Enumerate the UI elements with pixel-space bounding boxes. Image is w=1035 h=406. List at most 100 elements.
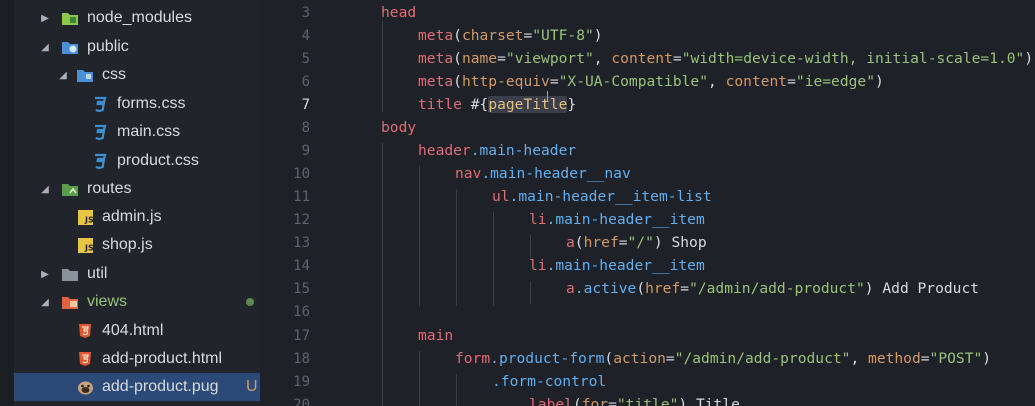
code-line[interactable]: header.main-header <box>418 142 576 159</box>
line-number: 20 <box>293 397 310 406</box>
tree-item-label: main.css <box>117 123 181 140</box>
css-folder-icon <box>75 67 95 83</box>
css-file-icon <box>90 153 110 169</box>
indent-guide <box>530 281 531 304</box>
chevron-down-icon[interactable]: ◢ <box>40 184 50 195</box>
tree-item-label: add-product.html <box>102 350 223 367</box>
code-line[interactable]: meta(http-equiv="X-UA-Compatible", conte… <box>418 73 884 90</box>
routes-folder-icon <box>60 181 80 197</box>
tree-item-main-css[interactable]: main.css <box>14 118 260 146</box>
tree-item-label: util <box>87 265 108 282</box>
git-modified-dot <box>246 298 254 306</box>
code-line[interactable]: meta(name="viewport", content="width=dev… <box>418 50 1033 67</box>
tree-item-label: 404.html <box>102 322 164 339</box>
tree-item-404-html[interactable]: 404.html <box>14 317 260 345</box>
tree-item-label: public <box>87 38 129 55</box>
indent-guide <box>493 212 494 306</box>
tree-item-routes[interactable]: ◢ routes <box>14 175 260 203</box>
tree-item-label: views <box>87 293 128 310</box>
line-number: 16 <box>293 304 310 320</box>
code-line[interactable]: body <box>381 119 416 136</box>
css-file-icon <box>90 124 110 140</box>
pug-file-icon <box>75 379 95 395</box>
tree-item-css-folder[interactable]: ◢ css <box>14 61 260 89</box>
indent-guide <box>456 374 457 406</box>
code-line[interactable]: nav.main-header__nav <box>455 165 631 182</box>
line-number-current: 7 <box>301 97 310 113</box>
chevron-down-icon[interactable]: ◢ <box>40 297 50 308</box>
tree-item-util[interactable]: ▶ util <box>14 260 260 288</box>
indent-guide <box>382 143 383 406</box>
code-line-current[interactable]: title #{pageTitle} <box>418 96 576 113</box>
tree-item-node-modules[interactable]: ▶ node_modules <box>14 4 260 32</box>
tree-item-label: admin.js <box>102 208 162 225</box>
line-number: 18 <box>293 351 310 367</box>
chevron-down-icon[interactable]: ◢ <box>40 42 50 53</box>
svg-text:JS: JS <box>84 215 93 224</box>
tree-item-label: routes <box>87 180 132 197</box>
line-number: 15 <box>293 281 310 297</box>
line-number: 19 <box>293 374 310 390</box>
line-number: 6 <box>301 74 310 90</box>
code-line[interactable]: a.active(href="/admin/add-product") Add … <box>566 280 979 297</box>
line-number: 13 <box>293 235 310 251</box>
editor-window: ▶ node_modules ◢ public ◢ css forms.css … <box>0 0 1035 406</box>
chevron-right-icon[interactable]: ▶ <box>40 13 50 24</box>
git-untracked-badge: U <box>246 378 258 395</box>
file-tree-sidebar: ▶ node_modules ◢ public ◢ css forms.css … <box>0 0 260 406</box>
line-number: 9 <box>301 143 310 159</box>
svg-text:JS: JS <box>84 243 93 252</box>
tree-item-label: node_modules <box>87 9 192 26</box>
line-number: 12 <box>293 212 310 228</box>
indent-guide <box>530 235 531 258</box>
line-number: 8 <box>301 120 310 136</box>
code-line[interactable]: a(href="/") Shop <box>566 234 707 251</box>
code-line[interactable]: li.main-header__item <box>529 257 705 274</box>
node-modules-folder-icon <box>60 10 80 26</box>
line-number: 4 <box>301 28 310 44</box>
util-folder-icon <box>60 266 80 282</box>
code-line[interactable]: meta(charset="UTF-8") <box>418 27 603 44</box>
code-line[interactable]: main <box>418 327 453 344</box>
chevron-right-icon[interactable]: ▶ <box>40 269 50 280</box>
code-line[interactable]: label(for="title") Title <box>529 396 740 406</box>
tree-item-add-product-pug[interactable]: add-product.pug U <box>14 373 260 401</box>
indent-guide <box>419 166 420 306</box>
line-number: 14 <box>293 258 310 274</box>
html-file-icon <box>75 351 95 367</box>
tree-item-product-css[interactable]: product.css <box>14 147 260 175</box>
chevron-down-icon[interactable]: ◢ <box>58 70 68 81</box>
tree-item-add-product-html[interactable]: add-product.html <box>14 345 260 373</box>
public-folder-icon <box>60 39 80 55</box>
tree-item-label: css <box>102 66 126 83</box>
js-file-icon: JS <box>75 209 95 225</box>
tree-item-views[interactable]: ◢ views <box>14 288 260 316</box>
html-file-icon <box>75 323 95 339</box>
sidebar-edge <box>0 0 14 406</box>
code-line[interactable]: form.product-form(action="/admin/add-pro… <box>455 350 991 367</box>
tree-item-label: forms.css <box>117 95 186 112</box>
line-number: 3 <box>301 5 310 21</box>
code-line[interactable]: li.main-header__item <box>529 211 705 228</box>
tree-item-public[interactable]: ◢ public <box>14 33 260 61</box>
line-number: 5 <box>301 51 310 67</box>
code-line[interactable]: head <box>381 4 416 21</box>
code-editor[interactable]: 3 4 5 6 7 8 9 10 11 12 13 14 15 16 17 18… <box>260 0 1035 406</box>
code-line[interactable]: .form-control <box>492 373 606 390</box>
indent-guide <box>382 20 383 112</box>
tree-item-admin-js[interactable]: JS admin.js <box>14 203 260 231</box>
code-line[interactable]: ul.main-header__item-list <box>492 188 712 205</box>
line-number: 10 <box>293 166 310 182</box>
tree-item-label: product.css <box>117 152 199 169</box>
indent-guide <box>456 189 457 306</box>
js-file-icon: JS <box>75 237 95 253</box>
line-number: 11 <box>293 189 310 205</box>
css-file-icon <box>90 96 110 112</box>
tree-item-shop-js[interactable]: JS shop.js <box>14 231 260 259</box>
views-folder-icon <box>60 294 80 310</box>
tree-item-forms-css[interactable]: forms.css <box>14 90 260 118</box>
indent-guide <box>419 351 420 406</box>
text-cursor <box>547 91 548 101</box>
line-number: 17 <box>293 328 310 344</box>
tree-item-label: add-product.pug <box>102 378 219 395</box>
